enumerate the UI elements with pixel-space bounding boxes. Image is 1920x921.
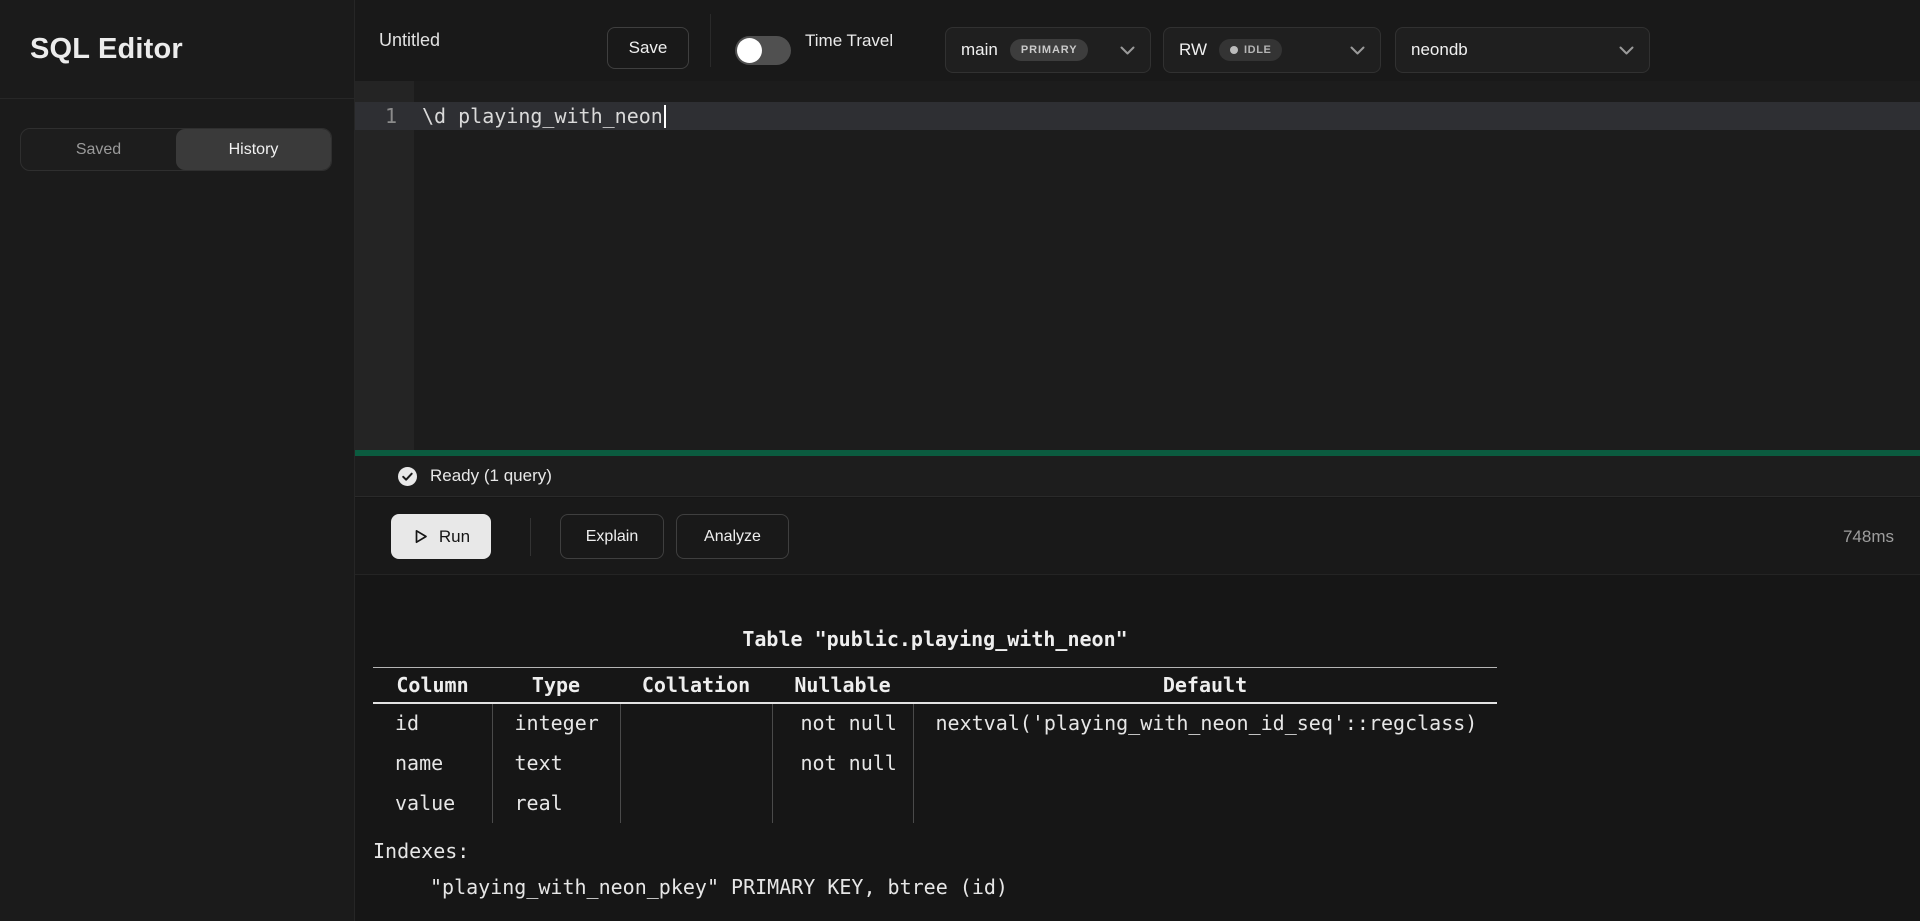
sql-editor-app: SQL Editor Saved History Untitled Save T… — [0, 0, 1920, 921]
status-bar: Ready (1 query) — [355, 456, 1920, 497]
database-select[interactable]: neondb — [1395, 27, 1650, 73]
status-dot-icon — [1230, 46, 1238, 54]
actions-divider — [530, 518, 531, 556]
explain-button[interactable]: Explain — [560, 514, 664, 559]
toggle-knob — [737, 38, 762, 63]
indexes-label: Indexes: — [373, 839, 469, 863]
compute-name: RW — [1179, 40, 1207, 60]
table-header-cell: Nullable — [772, 668, 913, 703]
table-cell — [772, 783, 913, 823]
code-text: \d playing_with_neon — [422, 104, 663, 128]
table-header-cell: Collation — [620, 668, 772, 703]
result-table: ColumnTypeCollationNullableDefault idint… — [373, 667, 1497, 823]
topbar-divider — [710, 14, 711, 67]
table-header-row: ColumnTypeCollationNullableDefault — [373, 668, 1497, 703]
table-cell: nextval('playing_with_neon_id_seq'::regc… — [913, 703, 1497, 743]
code-editor[interactable]: 1 \d playing_with_neon — [355, 81, 1920, 450]
table-header-cell: Type — [492, 668, 620, 703]
table-body: idinteger not nullnextval('playing_with_n… — [373, 703, 1497, 823]
branch-name: main — [961, 40, 998, 60]
branch-select[interactable]: main PRIMARY — [945, 27, 1151, 73]
chevron-down-icon — [1350, 46, 1365, 55]
line-number: 1 — [355, 104, 414, 128]
query-duration: 748ms — [1843, 498, 1894, 575]
compute-select[interactable]: RW IDLE — [1163, 27, 1381, 73]
table-cell: not null — [772, 703, 913, 743]
topbar: Untitled Save Time Travel main PRIMARY R… — [355, 0, 1920, 81]
table-cell — [913, 743, 1497, 783]
sidebar-header: SQL Editor — [0, 0, 354, 99]
index-definition: "playing_with_neon_pkey" PRIMARY KEY, bt… — [430, 875, 1008, 899]
run-label: Run — [439, 527, 470, 547]
table-cell — [913, 783, 1497, 823]
time-travel-label: Time Travel — [805, 0, 893, 81]
chevron-down-icon — [1619, 46, 1634, 55]
branch-primary-badge: PRIMARY — [1010, 39, 1089, 61]
result-table-wrap: Table "public.playing_with_neon" ColumnT… — [373, 575, 1497, 823]
query-title: Untitled — [379, 0, 440, 81]
status-message: Ready (1 query) — [430, 466, 552, 486]
results-panel: Table "public.playing_with_neon" ColumnT… — [355, 575, 1920, 921]
table-cell: real — [492, 783, 620, 823]
editor-line-1[interactable]: 1 \d playing_with_neon — [355, 102, 1920, 130]
table-cell: text — [492, 743, 620, 783]
table-cell — [620, 783, 772, 823]
page-title: SQL Editor — [30, 33, 183, 66]
tab-saved[interactable]: Saved — [21, 129, 176, 170]
compute-status-badge: IDLE — [1219, 39, 1282, 61]
table-cell: name — [373, 743, 492, 783]
time-travel-toggle[interactable] — [735, 36, 791, 65]
compute-status-text: IDLE — [1244, 44, 1271, 56]
table-cell — [620, 703, 772, 743]
editor-gutter — [355, 81, 414, 450]
table-header-cell: Default — [913, 668, 1497, 703]
table-cell: not null — [772, 743, 913, 783]
saved-history-segmented-control: Saved History — [20, 128, 332, 171]
analyze-button[interactable]: Analyze — [676, 514, 789, 559]
table-row: idinteger not nullnextval('playing_with_n… — [373, 703, 1497, 743]
sidebar: SQL Editor Saved History — [0, 0, 355, 921]
run-button[interactable]: Run — [391, 514, 491, 559]
actions-toolbar: Run Explain Analyze 748ms — [355, 498, 1920, 575]
table-cell: integer — [492, 703, 620, 743]
table-row: nametext not null — [373, 743, 1497, 783]
table-header-cell: Column — [373, 668, 492, 703]
table-row: valuereal — [373, 783, 1497, 823]
table-cell: id — [373, 703, 492, 743]
table-cell: value — [373, 783, 492, 823]
tab-history[interactable]: History — [176, 129, 331, 170]
database-name: neondb — [1411, 40, 1468, 60]
save-button[interactable]: Save — [607, 27, 689, 69]
chevron-down-icon — [1120, 46, 1135, 55]
play-icon — [412, 528, 429, 545]
check-circle-icon — [397, 466, 418, 487]
result-table-title: Table "public.playing_with_neon" — [373, 627, 1497, 651]
table-cell — [620, 743, 772, 783]
text-cursor — [664, 105, 666, 128]
